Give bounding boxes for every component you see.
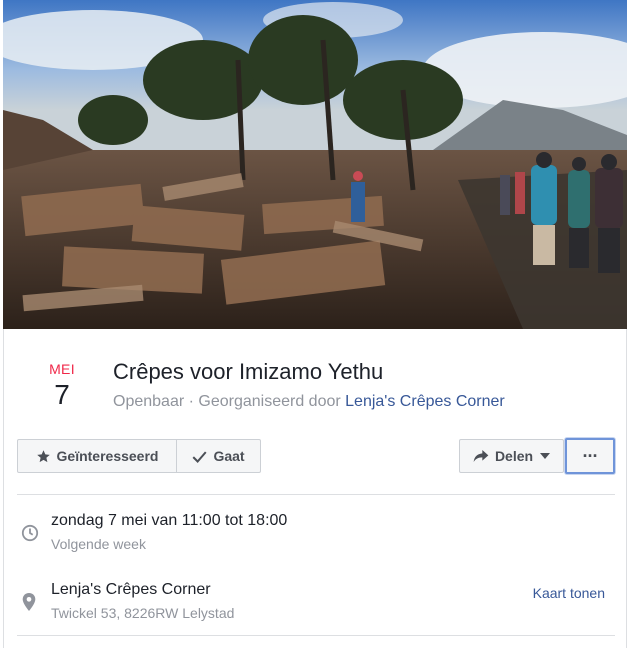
interested-label: Geïnteresseerd [56,448,159,464]
share-button[interactable]: Delen [459,439,564,473]
show-map-link[interactable]: Kaart tonen [533,585,605,601]
location-name[interactable]: Lenja's Crêpes Corner [51,581,211,599]
cover-photo-image [3,0,627,329]
chevron-down-icon [540,453,551,459]
event-title: Crêpes voor Imizamo Yethu [113,359,384,384]
going-label: Gaat [213,448,245,464]
divider [17,494,615,495]
clock-icon [21,524,39,547]
event-subtitle: Openbaar · Georganiseerd door Lenja's Cr… [113,393,505,411]
location-address: Twickel 53, 8226RW Lelystad [51,605,235,621]
map-pin-icon [22,593,36,616]
event-day: 7 [54,379,70,410]
share-label: Delen [494,448,534,464]
event-cover-photo[interactable] [3,0,627,329]
event-date-block: MEI 7 [34,361,90,411]
going-button[interactable]: Gaat [176,439,261,473]
checkmark-icon [192,450,207,463]
event-month: MEI [49,361,75,377]
organized-by-label: · Georganiseerd door [184,393,346,410]
organizer-link[interactable]: Lenja's Crêpes Corner [345,393,505,410]
event-time[interactable]: zondag 7 mei van 11:00 tot 18:00 [51,512,287,530]
event-privacy: Openbaar [113,393,185,410]
share-arrow-icon [473,449,489,463]
event-details-card: MEI 7 Crêpes voor Imizamo Yethu Openbaar… [3,329,627,648]
event-time-relative: Volgende week [51,536,146,552]
divider [17,635,615,636]
more-options-button[interactable]: ··· [565,438,615,474]
more-options-label: ··· [582,446,599,466]
star-icon [36,449,51,464]
interested-button[interactable]: Geïnteresseerd [17,439,177,473]
